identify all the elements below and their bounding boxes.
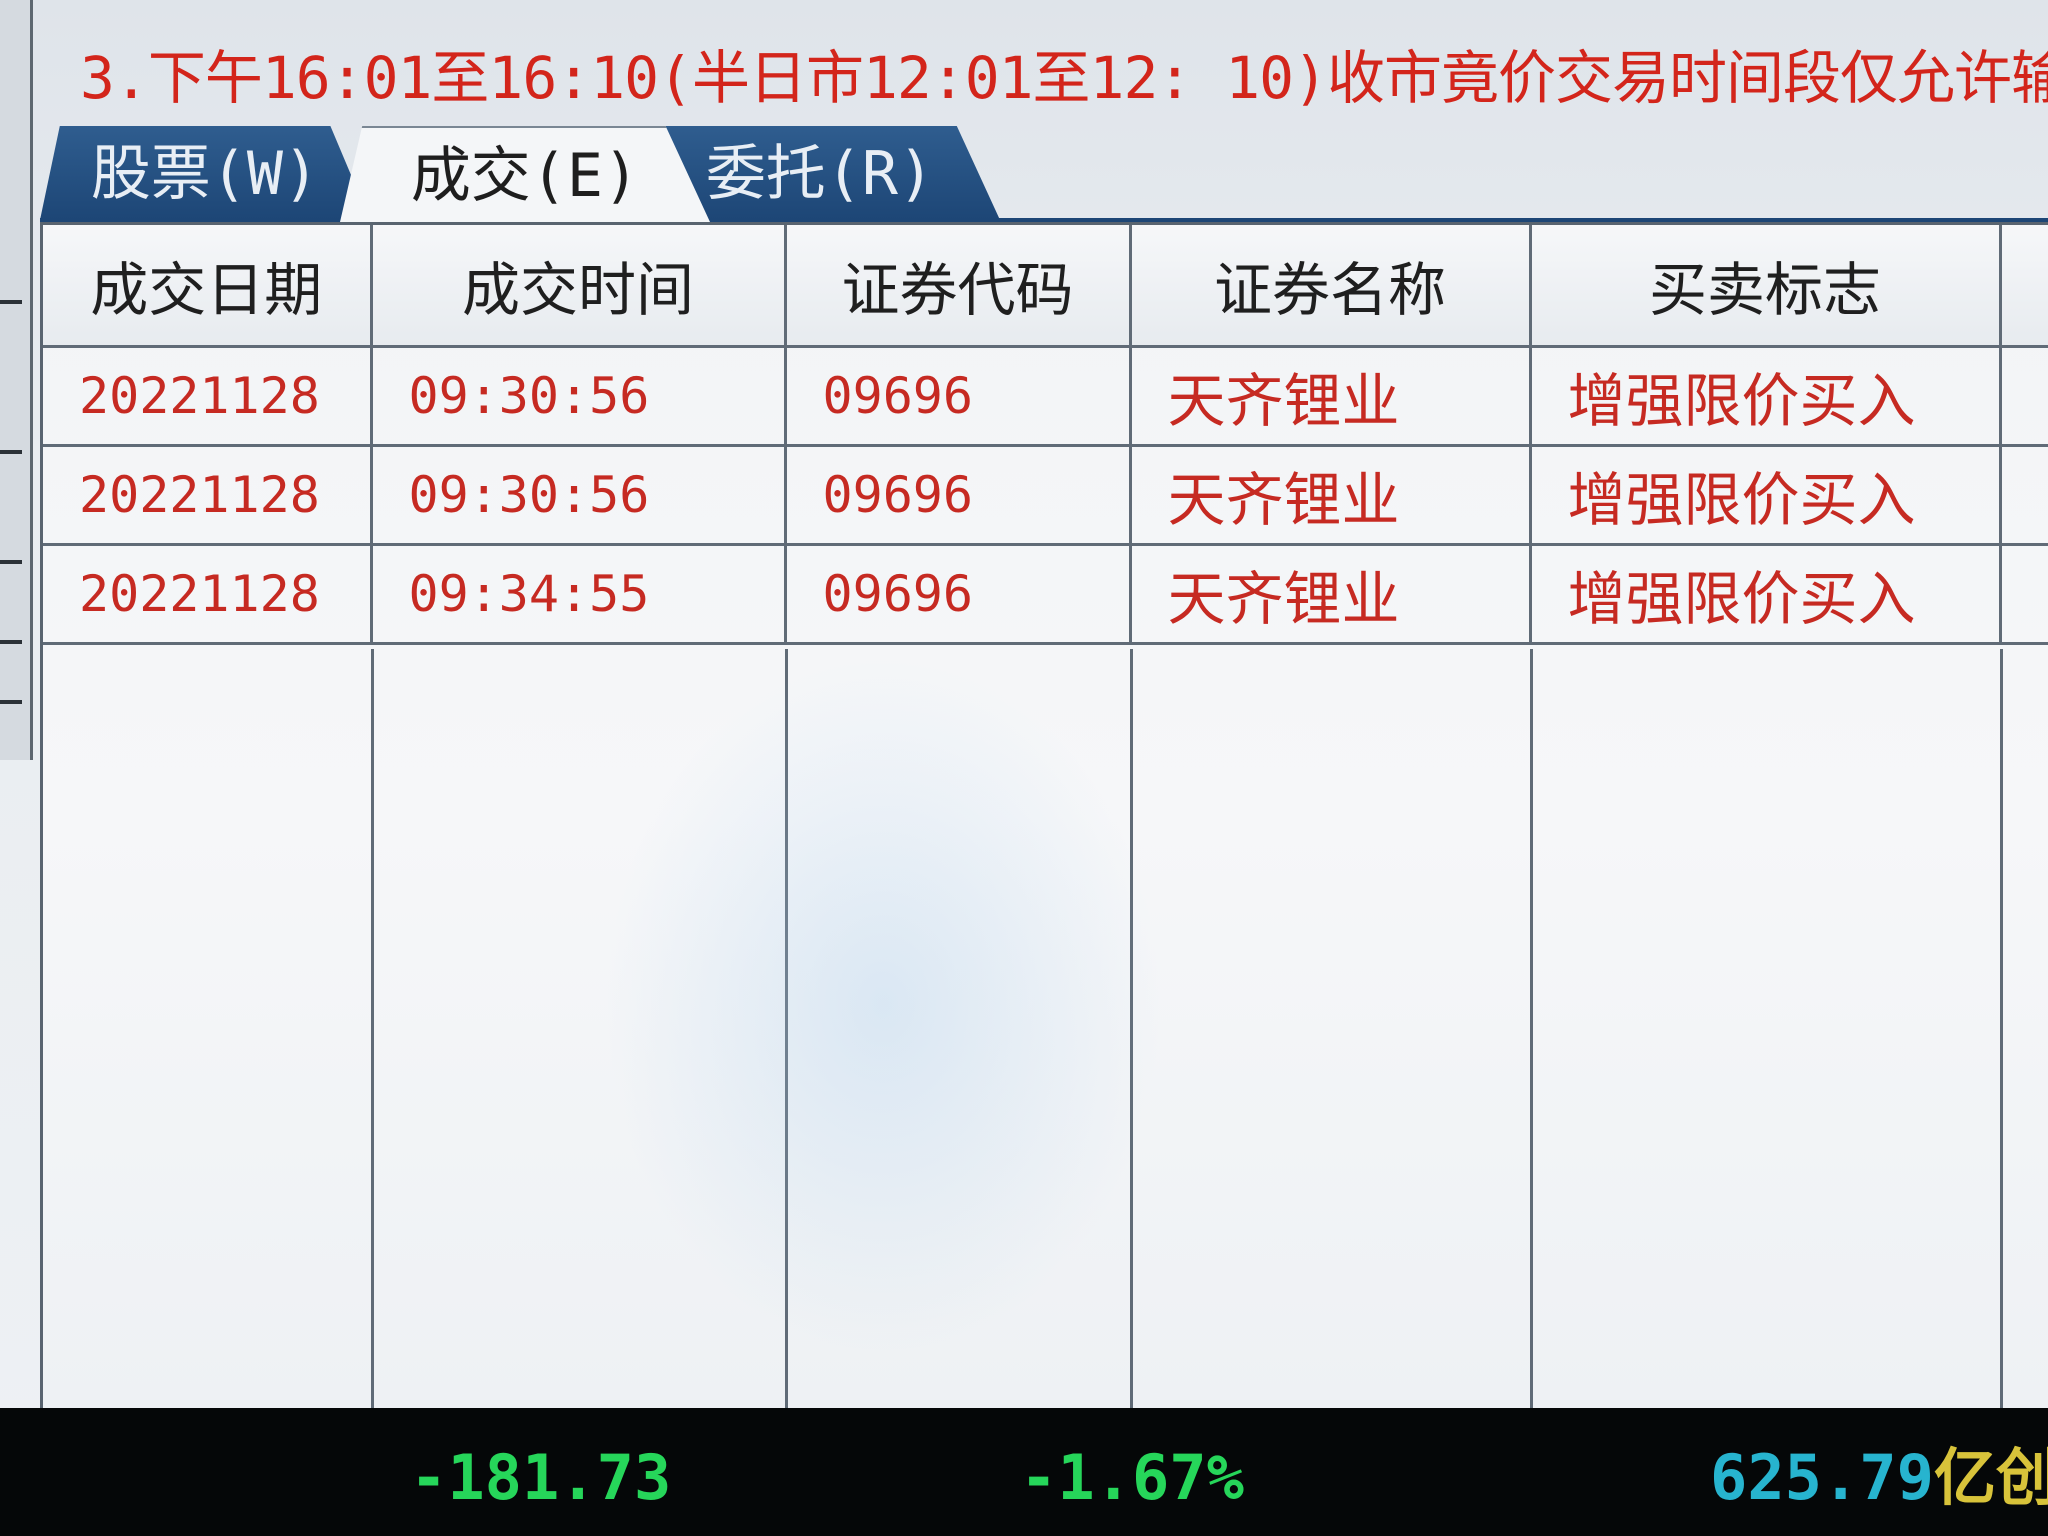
cell-trade-date: 20221128 bbox=[43, 346, 373, 447]
cell-buy-sell-flag: 增强限价买入 bbox=[1530, 544, 2002, 645]
column-header-trade-time[interactable]: 成交时间 bbox=[371, 225, 787, 348]
panel-tick bbox=[0, 300, 22, 304]
column-divider bbox=[785, 649, 788, 1411]
index-change-percent: -1.67% bbox=[1020, 1441, 1244, 1514]
cell-buy-sell-flag: 增强限价买入 bbox=[1530, 346, 2002, 447]
column-divider bbox=[1130, 649, 1133, 1411]
left-panel-edge bbox=[0, 0, 33, 760]
cell-security-name: 天齐锂业 bbox=[1130, 346, 1532, 447]
table-row[interactable]: 20221128 09:30:56 09696 天齐锂业 增强限价买入 bbox=[43, 346, 2048, 447]
cell-trade-time: 09:34:55 bbox=[371, 544, 787, 645]
column-header-security-code[interactable]: 证券代码 bbox=[785, 225, 1132, 348]
cell-overflow bbox=[2000, 346, 2048, 447]
panel-tick bbox=[0, 640, 22, 644]
market-status-bar: -181.73 -1.67% 625.79亿创 bbox=[0, 1408, 2048, 1536]
column-header-trade-date[interactable]: 成交日期 bbox=[43, 225, 373, 348]
panel-tick bbox=[0, 450, 22, 454]
tab-bar: 股票(W) 委托(R) 成交(E) bbox=[40, 126, 2048, 222]
column-header-security-name[interactable]: 证券名称 bbox=[1130, 225, 1532, 348]
table-empty-area[interactable] bbox=[43, 649, 2048, 1411]
panel-tick bbox=[0, 700, 22, 704]
column-divider bbox=[2000, 649, 2003, 1411]
cell-overflow bbox=[2000, 544, 2048, 645]
tab-trades[interactable]: 成交(E) bbox=[340, 126, 710, 222]
table-row[interactable]: 20221128 09:30:56 09696 天齐锂业 增强限价买入 bbox=[43, 445, 2048, 546]
turnover-amount: 625.79亿创 bbox=[1710, 1438, 2048, 1518]
cell-trade-time: 09:30:56 bbox=[371, 445, 787, 546]
column-header-overflow bbox=[2000, 225, 2048, 348]
column-divider bbox=[371, 649, 374, 1411]
cell-overflow bbox=[2000, 445, 2048, 546]
trades-table-panel: 成交日期 成交时间 证券代码 证券名称 买卖标志 20221128 09:30:… bbox=[40, 222, 2048, 1411]
trading-hours-notice: 3.下午16:01至16:10(半日市12:01至12: 10)收市竟价交易时间… bbox=[80, 44, 2048, 112]
cell-security-code: 09696 bbox=[785, 346, 1132, 447]
cell-buy-sell-flag: 增强限价买入 bbox=[1530, 445, 2002, 546]
cell-security-code: 09696 bbox=[785, 445, 1132, 546]
turnover-unit: 亿 bbox=[1933, 1441, 1996, 1514]
table-row[interactable]: 20221128 09:34:55 09696 天齐锂业 增强限价买入 bbox=[43, 544, 2048, 645]
table-header-row: 成交日期 成交时间 证券代码 证券名称 买卖标志 bbox=[43, 225, 2048, 348]
column-divider bbox=[1530, 649, 1533, 1411]
cell-security-name: 天齐锂业 bbox=[1130, 445, 1532, 546]
cell-trade-time: 09:30:56 bbox=[371, 346, 787, 447]
panel-tick bbox=[0, 560, 22, 564]
trading-window: 3.下午16:01至16:10(半日市12:01至12: 10)收市竟价交易时间… bbox=[0, 0, 2048, 1536]
index-change: -181.73 bbox=[410, 1441, 672, 1514]
cell-security-name: 天齐锂业 bbox=[1130, 544, 1532, 645]
tab-stocks[interactable]: 股票(W) bbox=[40, 126, 370, 220]
cell-trade-date: 20221128 bbox=[43, 544, 373, 645]
turnover-value: 625.79 bbox=[1710, 1441, 1934, 1514]
trades-table: 成交日期 成交时间 证券代码 证券名称 买卖标志 20221128 09:30:… bbox=[43, 225, 2048, 645]
trailing-label: 创 bbox=[1995, 1441, 2048, 1514]
cell-trade-date: 20221128 bbox=[43, 445, 373, 546]
column-header-buy-sell-flag[interactable]: 买卖标志 bbox=[1530, 225, 2002, 348]
cell-security-code: 09696 bbox=[785, 544, 1132, 645]
